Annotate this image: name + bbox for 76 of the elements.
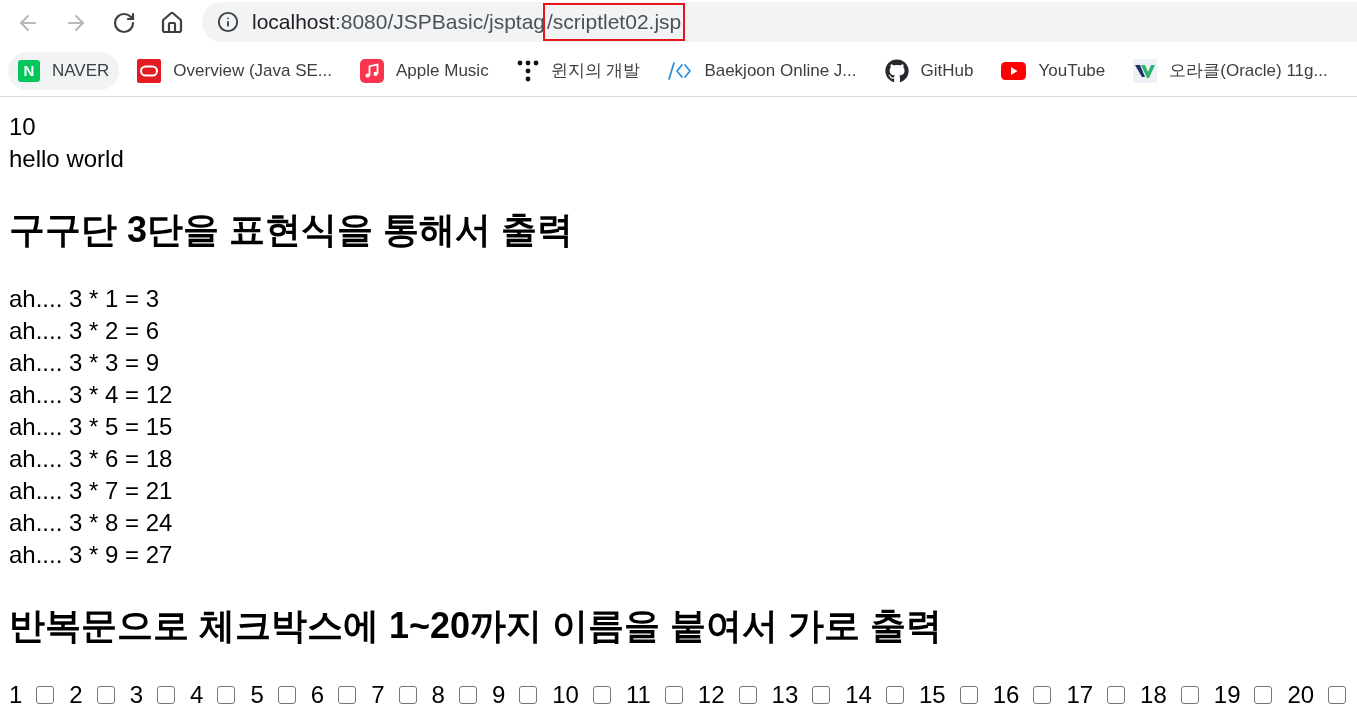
bookmark-item[interactable]: YouTube xyxy=(991,51,1116,90)
checkbox[interactable] xyxy=(885,686,904,704)
checkbox[interactable] xyxy=(157,686,176,704)
checkbox-label: 18 xyxy=(1140,680,1167,710)
ring-tile-icon xyxy=(137,58,162,83)
checkbox[interactable] xyxy=(398,686,417,704)
bookmark-item[interactable]: Apple Music xyxy=(350,51,499,90)
checkbox-label: 15 xyxy=(918,680,946,710)
code-brackets-icon xyxy=(668,61,693,80)
checkbox[interactable] xyxy=(959,686,978,704)
info-icon xyxy=(217,11,239,33)
checkbox-label: 20 xyxy=(1287,680,1315,710)
bookmark-item[interactable]: GitHub xyxy=(874,51,984,90)
highlighted-url-text: /scriptlet02.jsp xyxy=(543,3,686,41)
section-heading: 반복문으로 체크박스에 1~20까지 이름을 붙여서 가로 출력 xyxy=(9,604,943,648)
output-line: ah.... 3 * 9 = 27 xyxy=(9,541,173,568)
music-note-icon xyxy=(360,58,385,83)
checkbox-label: 11 xyxy=(625,680,651,710)
checkbox[interactable] xyxy=(738,686,757,704)
url-text: localhost xyxy=(252,10,335,34)
cat-logo-icon xyxy=(884,58,909,83)
checkbox-label: 10 xyxy=(552,680,579,710)
bookmark-item[interactable]: Baekjoon Online J... xyxy=(658,51,867,90)
output-line: ah.... 3 * 5 = 15 xyxy=(9,413,173,440)
checkbox[interactable] xyxy=(592,686,611,704)
checkbox[interactable] xyxy=(1033,686,1052,704)
output-line: ah.... 3 * 3 = 9 xyxy=(9,349,160,376)
bookmark-item[interactable]: N NAVER xyxy=(8,51,120,90)
checkbox[interactable] xyxy=(519,686,538,704)
checkbox[interactable] xyxy=(1107,686,1126,704)
page-text: 10 xyxy=(9,113,36,140)
home-icon xyxy=(160,10,184,35)
checkbox-label: 19 xyxy=(1213,680,1241,710)
checkbox[interactable] xyxy=(1254,686,1273,704)
checkbox[interactable] xyxy=(96,686,115,704)
output-line: ah.... 3 * 7 = 21 xyxy=(9,477,173,504)
checkbox[interactable] xyxy=(812,686,831,704)
bookmark-item[interactable]: 오라클(Oracle) 11g... xyxy=(1123,51,1338,90)
output-line: ah.... 3 * 6 = 18 xyxy=(9,445,173,472)
checkbox-label: 1 xyxy=(9,680,23,710)
bookmark-item[interactable]: Overview (Java SE... xyxy=(127,51,343,90)
checkbox-label: 13 xyxy=(771,680,799,710)
play-button-icon xyxy=(1001,61,1027,80)
checkbox-label: 12 xyxy=(697,680,725,710)
section-heading: 구구단 3단을 표현식을 통해서 출력 xyxy=(9,208,574,252)
checkbox-label: 9 xyxy=(491,680,506,710)
checkbox-label: 2 xyxy=(69,680,83,710)
checkbox-label: 17 xyxy=(1066,680,1094,710)
checkbox-label: 5 xyxy=(250,680,264,710)
checkbox[interactable] xyxy=(217,686,236,704)
dots-icon xyxy=(516,59,539,82)
page-text: hello world xyxy=(9,145,124,172)
checkbox-label: 14 xyxy=(845,680,872,710)
checkbox[interactable] xyxy=(1180,686,1199,704)
checkbox-label: 7 xyxy=(371,680,385,710)
checkbox[interactable] xyxy=(338,686,357,704)
address-bar[interactable]: localhost:8080/JSPBasic/jsptag/scriptlet02.jsp xyxy=(202,2,1357,42)
reload-icon xyxy=(112,10,136,35)
bookmark-item[interactable]: 윈지의 개발 xyxy=(506,51,651,90)
checkbox[interactable] xyxy=(277,686,296,704)
output-line: ah.... 3 * 1 = 3 xyxy=(9,285,160,312)
chevron-logo-icon xyxy=(1133,58,1158,83)
checkbox[interactable] xyxy=(1328,686,1347,704)
checkbox[interactable] xyxy=(36,686,55,704)
output-line: ah.... 3 * 8 = 24 xyxy=(9,509,173,536)
checkbox-label: 6 xyxy=(310,680,325,710)
checkbox[interactable] xyxy=(458,686,477,704)
checkbox-label: 4 xyxy=(190,680,204,710)
checkbox-label: 16 xyxy=(992,680,1020,710)
checkbox[interactable] xyxy=(664,686,683,704)
checkbox-label: 8 xyxy=(431,680,445,710)
output-line: ah.... 3 * 2 = 6 xyxy=(9,317,160,344)
output-line: ah.... 3 * 4 = 12 xyxy=(9,381,173,408)
checkbox-label: 3 xyxy=(129,680,144,710)
letter-tile-icon: N xyxy=(18,59,40,82)
url-text: :8080/JSPBasic/jsptag xyxy=(334,10,545,34)
